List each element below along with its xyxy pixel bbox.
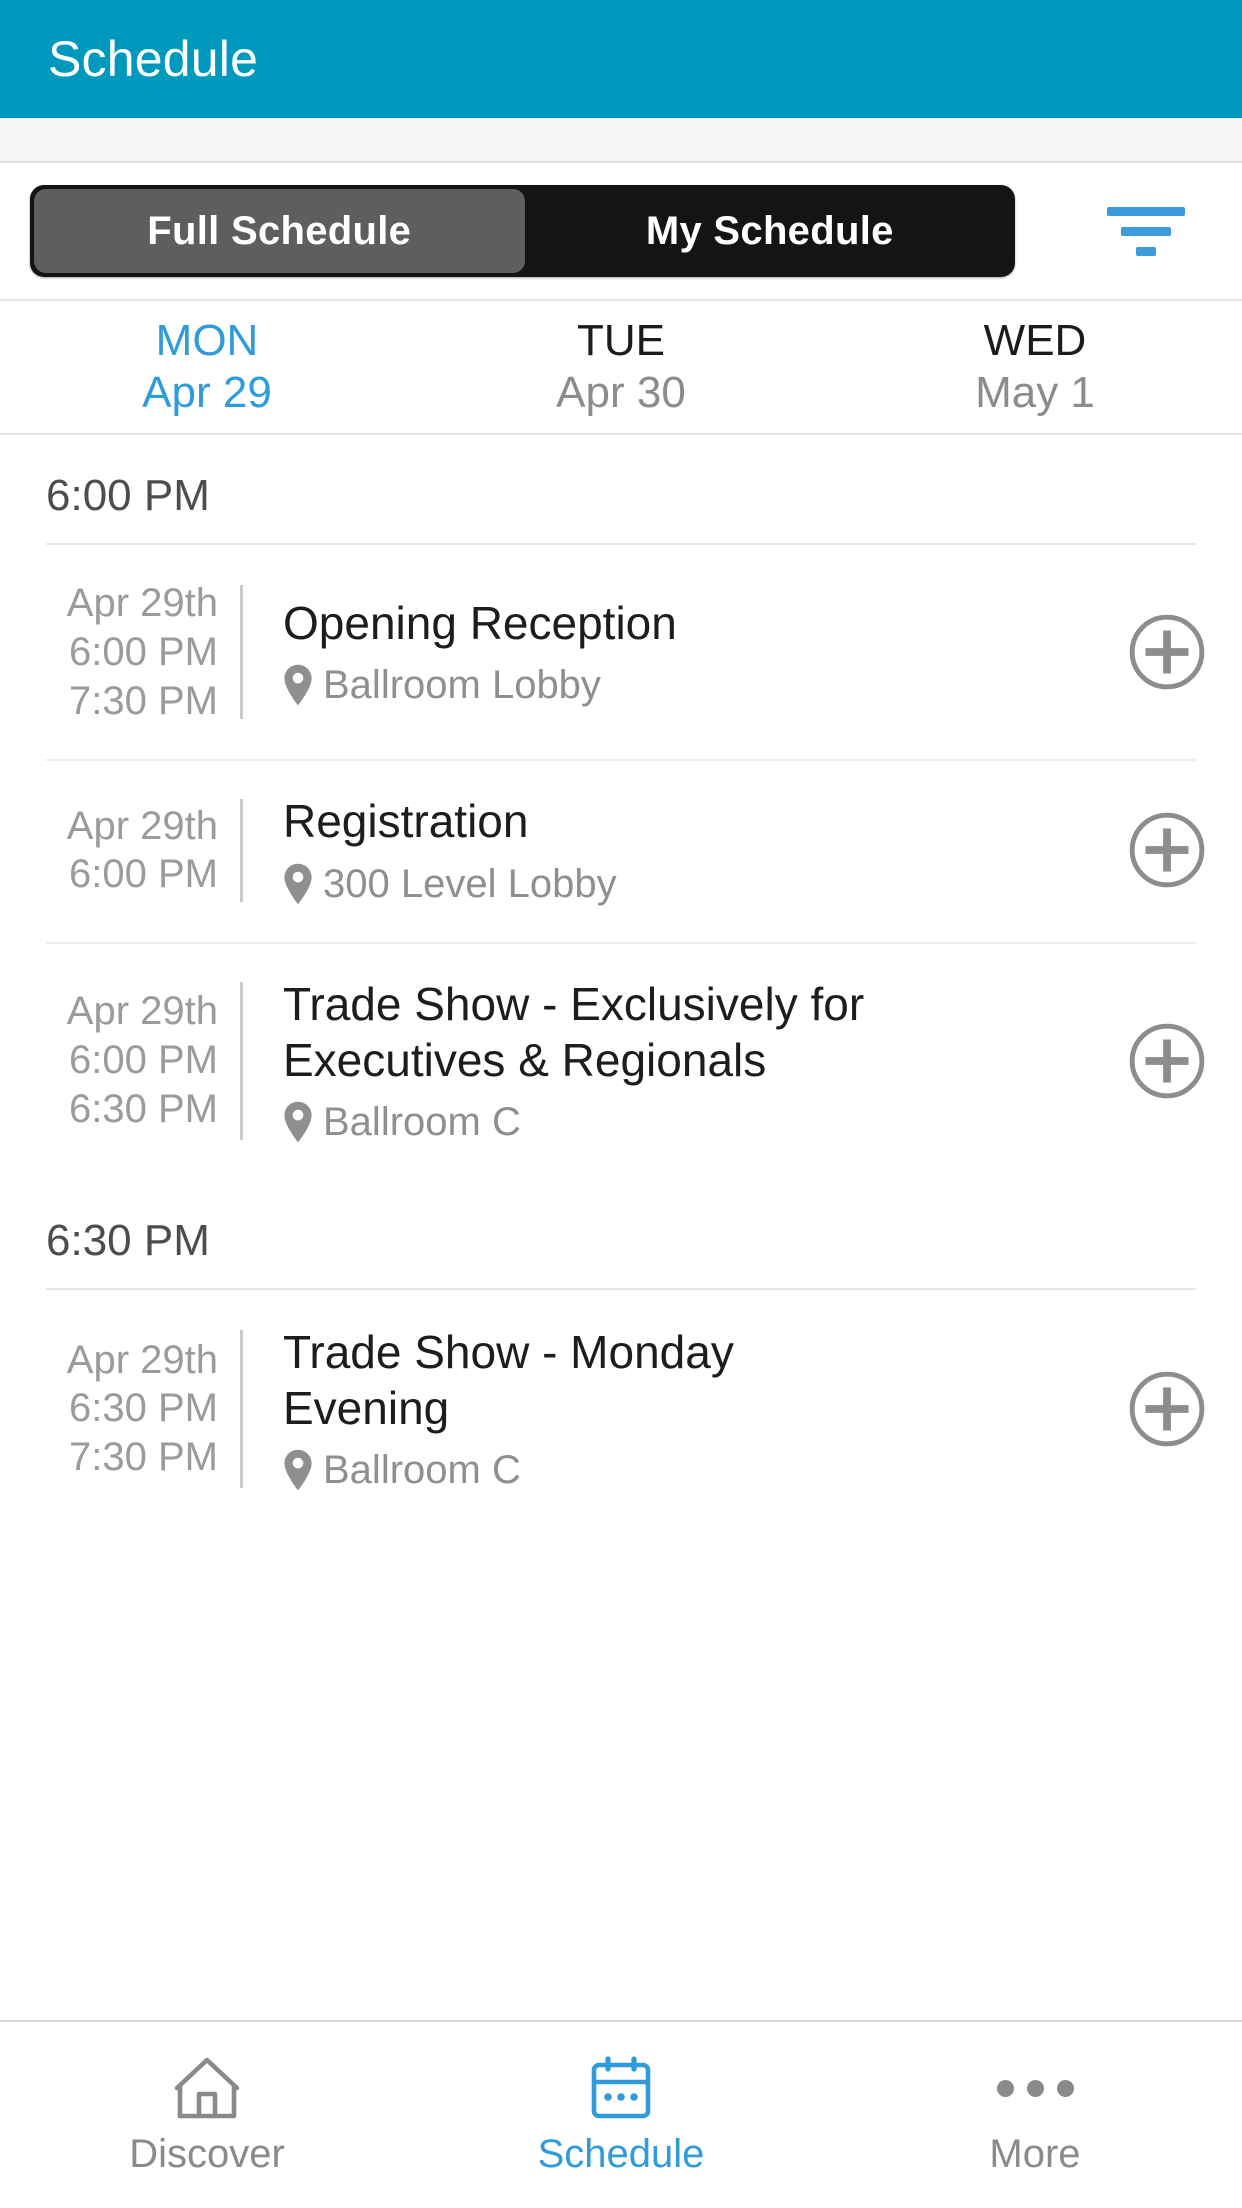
header-sub-strip <box>0 118 1242 163</box>
event-location: 300 Level Lobby <box>283 860 1072 908</box>
tab-more[interactable]: More <box>828 2056 1242 2174</box>
event-action[interactable] <box>1092 579 1242 725</box>
event-end-time: 6:30 PM <box>69 1087 218 1131</box>
event-end-time: 7:30 PM <box>69 1435 218 1480</box>
event-details: Trade Show - Monday Evening Ballroom C <box>243 1324 1092 1494</box>
event-location: Ballroom C <box>283 1098 1072 1146</box>
map-pin-icon <box>284 863 312 904</box>
time-group-header: 6:30 PM <box>46 1215 210 1265</box>
event-time-column: Apr 29th 6:00 PM 7:30 PM <box>0 579 240 725</box>
ellipsis-dot-2 <box>1026 2079 1044 2097</box>
event-location: Ballroom C <box>283 1446 1072 1494</box>
schedule-toggle-row: Full Schedule My Schedule <box>0 163 1242 299</box>
event-start-time: 6:00 PM <box>69 852 218 897</box>
event-start-time: 6:30 PM <box>69 1386 218 1431</box>
map-pin-icon <box>284 664 312 706</box>
event-action[interactable] <box>1092 1324 1242 1494</box>
tab-discover[interactable]: Discover <box>0 2056 414 2174</box>
ellipsis-dot-3 <box>1056 2079 1074 2097</box>
day-tabs: MON Apr 29 TUE Apr 30 WED May 1 <box>0 299 1242 435</box>
add-to-schedule-icon[interactable] <box>1126 809 1208 891</box>
time-group-header: 6:00 PM <box>46 471 210 520</box>
day-tab-wed[interactable]: WED May 1 <box>828 301 1242 433</box>
event-location-label: Ballroom C <box>323 1099 521 1144</box>
add-to-schedule-icon[interactable] <box>1126 611 1208 693</box>
app-screen: Schedule Full Schedule My Schedule MON A… <box>0 0 1242 2208</box>
tab-full-schedule-label: Full Schedule <box>147 208 412 253</box>
event-details: Trade Show - Exclusively for Executives … <box>243 976 1092 1146</box>
day-tab-mon[interactable]: MON Apr 29 <box>0 301 414 433</box>
calendar-icon <box>591 2056 651 2119</box>
event-time-column: Apr 29th 6:00 PM 6:30 PM <box>0 976 240 1146</box>
add-to-schedule-icon[interactable] <box>1126 1020 1208 1102</box>
event-time-column: Apr 29th 6:00 PM <box>0 793 240 907</box>
filter-icon[interactable] <box>1100 185 1192 277</box>
map-pin-icon <box>284 1101 312 1142</box>
ellipsis-icon <box>996 2056 1074 2120</box>
day-tab-mon-day: MON <box>155 316 259 366</box>
tab-schedule-label: Schedule <box>537 2132 705 2176</box>
app-header: Schedule <box>0 0 1242 118</box>
add-to-schedule-icon[interactable] <box>1126 1368 1208 1450</box>
day-tab-tue-date: Apr 30 <box>556 368 686 417</box>
schedule-list[interactable]: 6:00 PM Apr 29th 6:00 PM 7:30 PM Opening… <box>0 435 1242 2020</box>
event-action[interactable] <box>1092 976 1242 1146</box>
event-date: Apr 29th <box>66 989 218 1034</box>
list-item[interactable]: Apr 29th 6:00 PM 6:30 PM Trade Show - Ex… <box>0 941 1242 1180</box>
map-pin-icon <box>284 1449 312 1491</box>
event-title: Trade Show - Exclusively for Executives … <box>283 977 865 1086</box>
tab-schedule[interactable]: Schedule <box>414 2056 828 2174</box>
event-title: Registration <box>283 795 529 848</box>
day-tab-tue[interactable]: TUE Apr 30 <box>414 301 828 433</box>
event-time-column: Apr 29th 6:30 PM 7:30 PM <box>0 1324 240 1494</box>
day-tab-mon-date: Apr 29 <box>142 368 272 417</box>
list-item[interactable]: Apr 29th 6:00 PM 7:30 PM Opening Recepti… <box>0 545 1242 759</box>
event-title: Trade Show - Monday Evening <box>283 1325 734 1434</box>
home-icon <box>174 2057 240 2119</box>
event-location-label: Ballroom Lobby <box>323 663 601 708</box>
list-item[interactable]: Apr 29th 6:30 PM 7:30 PM Trade Show - Mo… <box>0 1290 1242 1528</box>
tab-more-label: More <box>989 2132 1081 2176</box>
event-location-label: Ballroom C <box>323 1447 521 1492</box>
tab-full-schedule[interactable]: Full Schedule <box>34 189 525 273</box>
tab-discover-label: Discover <box>129 2132 285 2176</box>
schedule-segmented-control[interactable]: Full Schedule My Schedule <box>30 185 1015 277</box>
event-start-time: 6:00 PM <box>69 629 218 674</box>
day-tab-wed-date: May 1 <box>975 368 1095 417</box>
event-date: Apr 29th <box>66 803 218 848</box>
day-tab-tue-day: TUE <box>577 316 665 366</box>
day-tab-wed-day: WED <box>983 316 1087 366</box>
event-start-time: 6:00 PM <box>69 1038 218 1083</box>
filter-bar-bottom <box>1136 246 1156 256</box>
event-action[interactable] <box>1092 793 1242 907</box>
page-title: Schedule <box>48 31 259 87</box>
bottom-tab-bar: Discover Schedule More <box>0 2020 1242 2208</box>
event-details: Registration 300 Level Lobby <box>243 793 1092 907</box>
event-date: Apr 29th <box>66 581 218 625</box>
event-location-label: 300 Level Lobby <box>323 861 617 906</box>
event-title: Opening Reception <box>283 597 677 650</box>
event-date: Apr 29th <box>66 1337 218 1382</box>
tab-my-schedule-label: My Schedule <box>645 208 894 253</box>
event-end-time: 7:30 PM <box>69 678 218 723</box>
filter-bar-middle <box>1121 226 1171 236</box>
tab-my-schedule[interactable]: My Schedule <box>525 185 1016 277</box>
filter-bar-top <box>1107 206 1185 216</box>
event-details: Opening Reception Ballroom Lobby <box>243 579 1092 725</box>
list-item[interactable]: Apr 29th 6:00 PM Registration 300 Level … <box>0 759 1242 941</box>
event-location: Ballroom Lobby <box>283 661 1072 709</box>
ellipsis-dot-1 <box>996 2079 1014 2097</box>
